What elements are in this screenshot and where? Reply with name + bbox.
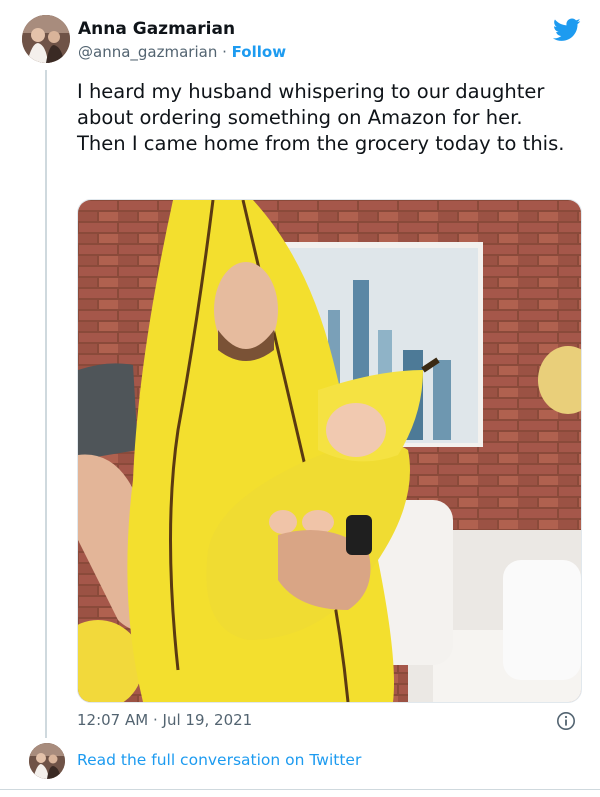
thread-line bbox=[45, 70, 47, 738]
bottom-divider bbox=[0, 789, 600, 790]
author-handle[interactable]: @anna_gazmarian bbox=[78, 43, 217, 61]
follow-button[interactable]: Follow bbox=[232, 43, 286, 61]
meta-separator: · bbox=[222, 43, 227, 61]
tweet-date: Jul 19, 2021 bbox=[162, 711, 253, 729]
tweet-photo[interactable] bbox=[77, 199, 582, 703]
tweet-timestamp[interactable]: 12:07 AM · Jul 19, 2021 bbox=[77, 711, 252, 729]
tweet-time: 12:07 AM bbox=[77, 711, 149, 729]
timestamp-separator: · bbox=[152, 711, 158, 729]
info-icon[interactable] bbox=[556, 711, 576, 731]
tweet-text: I heard my husband whispering to our dau… bbox=[77, 80, 565, 155]
footer-avatar[interactable] bbox=[29, 743, 65, 779]
avatar[interactable] bbox=[22, 15, 70, 63]
twitter-bird-icon[interactable] bbox=[553, 18, 581, 42]
author-meta: @anna_gazmarian · Follow bbox=[78, 43, 286, 61]
read-conversation-link[interactable]: Read the full conversation on Twitter bbox=[77, 751, 361, 769]
author-name[interactable]: Anna Gazmarian bbox=[78, 19, 235, 39]
